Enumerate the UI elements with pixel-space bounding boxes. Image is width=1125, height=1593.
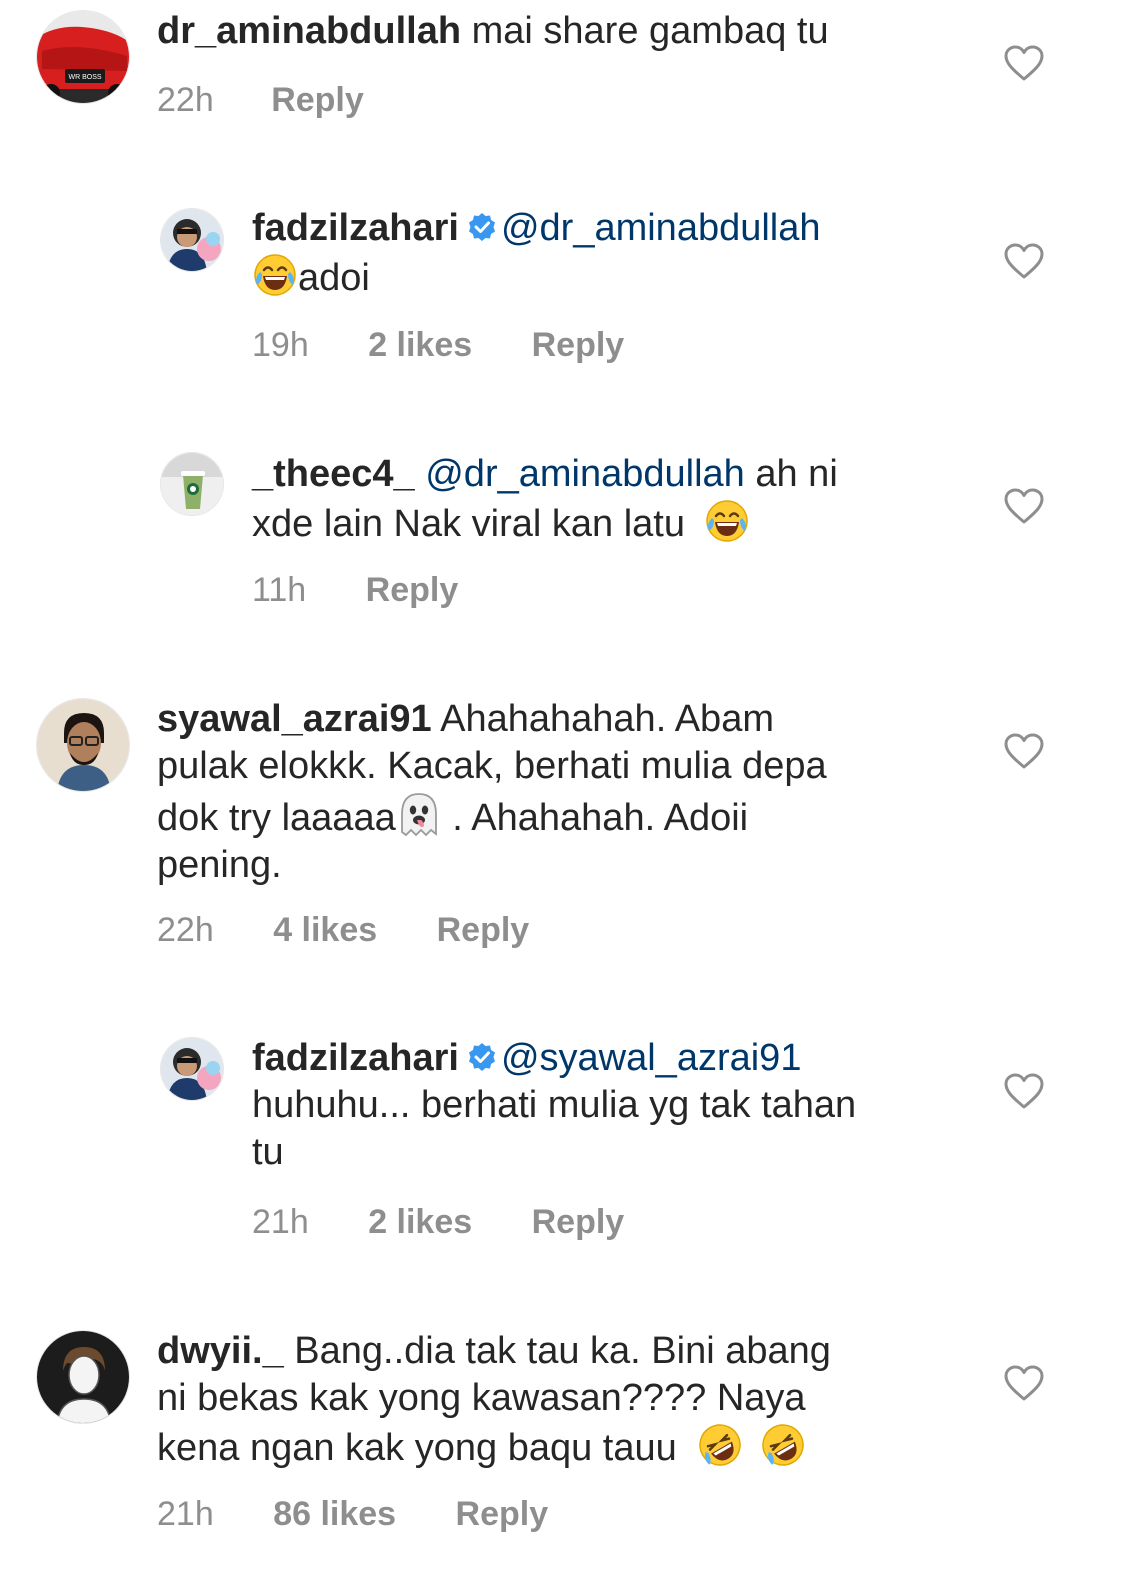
reply-button[interactable]: Reply bbox=[532, 325, 625, 365]
profile-photo-image bbox=[37, 699, 129, 791]
timestamp: 11h bbox=[252, 571, 307, 609]
verified-badge-icon bbox=[467, 1042, 497, 1072]
username-link[interactable]: fadzilzahari bbox=[252, 207, 459, 249]
profile-photo-image bbox=[161, 209, 223, 271]
comment-meta: 21h 2 likes Reply bbox=[252, 1202, 624, 1242]
comment-body: syawal_azrai91 Ahahahahah. Abam pulak el… bbox=[157, 696, 827, 889]
likes-count[interactable]: 4 likes bbox=[273, 910, 377, 950]
username-link[interactable]: dr_aminabdullah bbox=[157, 10, 461, 52]
reply-button[interactable]: Reply bbox=[437, 910, 530, 950]
avatar[interactable] bbox=[36, 698, 130, 792]
verified-badge-icon bbox=[467, 212, 497, 242]
comment-text: Ahahahahah. Abam bbox=[440, 698, 774, 740]
comment-body: dwyii._ Bang..dia tak tau ka. Bini abang… bbox=[157, 1328, 831, 1472]
profile-photo-image bbox=[161, 1038, 223, 1100]
comment-text: mai share gambaq tu bbox=[471, 10, 829, 52]
comment-text: ni bekas kak yong kawasan???? Naya bbox=[157, 1377, 806, 1419]
comment-meta: 22h 4 likes Reply bbox=[157, 910, 529, 950]
profile-photo-image bbox=[37, 1331, 129, 1423]
avatar[interactable]: WR BOSS bbox=[36, 10, 130, 104]
timestamp: 19h bbox=[252, 326, 309, 364]
username-link[interactable]: dwyii._ bbox=[157, 1330, 284, 1372]
heart-outline-icon[interactable] bbox=[1004, 45, 1044, 81]
comment-body: dr_aminabdullah mai share gambaq tu bbox=[157, 8, 829, 55]
heart-outline-icon[interactable] bbox=[1004, 488, 1044, 524]
username-link[interactable]: _theec4_ bbox=[252, 453, 415, 495]
mention-link[interactable]: @syawal_azrai91 bbox=[501, 1037, 802, 1079]
timestamp: 21h bbox=[157, 1495, 214, 1533]
comment-meta: 11h Reply bbox=[252, 570, 458, 610]
mention-link[interactable]: @dr_aminabdullah bbox=[501, 207, 821, 249]
heart-outline-icon[interactable] bbox=[1004, 1073, 1044, 1109]
comment-body: fadzilzahari @syawal_azrai91 huhuhu... be… bbox=[252, 1035, 856, 1176]
mention-link[interactable]: @dr_aminabdullah bbox=[425, 453, 745, 495]
comment-text: xde lain Nak viral kan latu bbox=[252, 503, 685, 545]
comment-text: pulak elokkk. Kacak, berhati mulia depa bbox=[157, 745, 827, 787]
username-link[interactable]: fadzilzahari bbox=[252, 1037, 459, 1079]
comment-meta: 22h Reply bbox=[157, 80, 364, 120]
heart-outline-icon[interactable] bbox=[1004, 243, 1044, 279]
comment-text: adoi bbox=[298, 257, 370, 299]
reply-button[interactable]: Reply bbox=[456, 1494, 549, 1534]
likes-count[interactable]: 2 likes bbox=[368, 325, 472, 365]
rolling-on-floor-laughing-emoji bbox=[760, 1422, 806, 1468]
comment-text: tu bbox=[252, 1131, 284, 1173]
timestamp: 21h bbox=[252, 1203, 309, 1241]
reply-button[interactable]: Reply bbox=[366, 570, 459, 610]
comment-text: . Ahahahah. Adoii bbox=[441, 797, 749, 839]
timestamp: 22h bbox=[157, 911, 214, 949]
red-car-avatar-image: WR BOSS bbox=[37, 11, 129, 103]
face-with-tears-of-joy-emoji bbox=[252, 252, 298, 298]
avatar[interactable] bbox=[160, 452, 224, 516]
comment-meta: 21h 86 likes Reply bbox=[157, 1494, 548, 1534]
comment-meta: 19h 2 likes Reply bbox=[252, 325, 624, 365]
comment-text: huhuhu... berhati mulia yg tak tahan bbox=[252, 1084, 857, 1126]
comment-text: pening. bbox=[157, 844, 282, 886]
likes-count[interactable]: 2 likes bbox=[368, 1202, 472, 1242]
heart-outline-icon[interactable] bbox=[1004, 1365, 1044, 1401]
comment-body: fadzilzahari @dr_aminabdullah adoi bbox=[252, 205, 821, 302]
comment-text: dok try laaaaa bbox=[157, 797, 396, 839]
comment-body: _theec4_ @dr_aminabdullah ah ni xde lain… bbox=[252, 451, 838, 548]
likes-count[interactable]: 86 likes bbox=[273, 1494, 396, 1534]
heart-outline-icon[interactable] bbox=[1004, 733, 1044, 769]
ghost-tongue-emoji bbox=[396, 790, 442, 840]
comment-text: kena ngan kak yong baqu tauu bbox=[157, 1427, 677, 1469]
rolling-on-floor-laughing-emoji bbox=[697, 1422, 743, 1468]
license-plate-text: WR BOSS bbox=[68, 74, 101, 81]
avatar[interactable] bbox=[160, 1037, 224, 1101]
timestamp: 22h bbox=[157, 81, 214, 119]
username-link[interactable]: syawal_azrai91 bbox=[157, 698, 432, 740]
comment-text: ah ni bbox=[755, 453, 838, 495]
comment-text: Bang..dia tak tau ka. Bini abang bbox=[294, 1330, 831, 1372]
avatar[interactable] bbox=[160, 208, 224, 272]
reply-button[interactable]: Reply bbox=[271, 80, 364, 120]
avatar[interactable] bbox=[36, 1330, 130, 1424]
face-with-tears-of-joy-emoji bbox=[704, 498, 750, 544]
reply-button[interactable]: Reply bbox=[532, 1202, 625, 1242]
profile-photo-image bbox=[161, 453, 223, 515]
